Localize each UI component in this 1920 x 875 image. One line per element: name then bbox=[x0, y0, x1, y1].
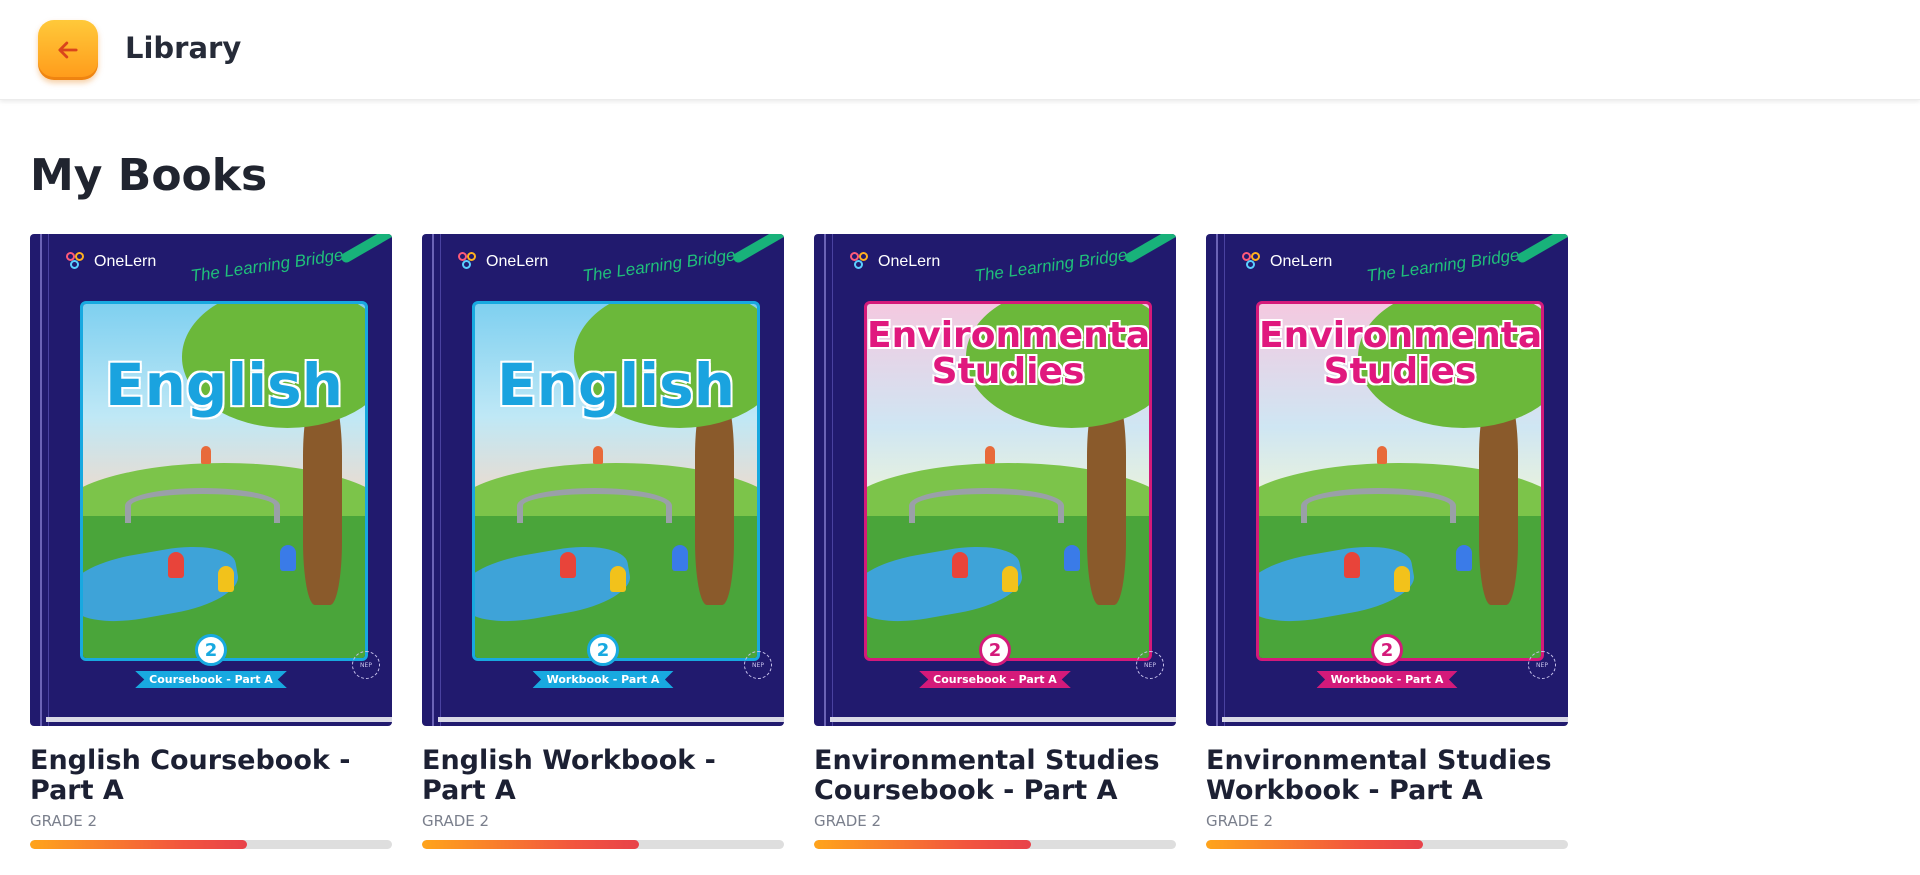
section-title: My Books bbox=[30, 150, 268, 201]
nep-seal-icon: NEP bbox=[1528, 651, 1556, 679]
book-title[interactable]: English Workbook - Part A bbox=[422, 746, 784, 806]
cover-tagline: The Learning Bridge bbox=[189, 245, 345, 286]
cover-brand: OneLern bbox=[850, 252, 940, 272]
book-grade: GRADE 2 bbox=[422, 812, 490, 830]
book-list: OneLern The Learning Bridge English 2 Co… bbox=[30, 234, 1568, 849]
cover-brand-name: OneLern bbox=[1270, 253, 1333, 270]
tagline-stroke bbox=[1123, 234, 1176, 265]
cover-pages-edge bbox=[1222, 717, 1568, 722]
cover-title-line: English bbox=[104, 351, 343, 419]
cover-ribbon: Coursebook - Part A bbox=[919, 671, 1071, 688]
book-title[interactable]: Environmental Studies Workbook - Part A bbox=[1206, 746, 1568, 806]
grade-badge: 2 bbox=[195, 634, 227, 666]
cover-tagline: The Learning Bridge bbox=[973, 245, 1129, 286]
cover-title-line: Studies bbox=[1323, 351, 1477, 392]
cover-brand: OneLern bbox=[66, 252, 156, 272]
cover-spine-line bbox=[832, 234, 833, 726]
nep-seal-icon: NEP bbox=[1136, 651, 1164, 679]
cover-ribbon: Coursebook - Part A bbox=[135, 671, 287, 688]
book-card[interactable]: OneLern The Learning Bridge English 2 Wo… bbox=[422, 234, 784, 849]
cover-brand-name: OneLern bbox=[94, 253, 157, 270]
book-cover[interactable]: OneLern The Learning Bridge Environmenta… bbox=[1206, 234, 1568, 726]
cover-pages-edge bbox=[438, 717, 784, 722]
progress-bar bbox=[814, 840, 1176, 849]
cover-illustration: English bbox=[472, 301, 760, 661]
book-cover[interactable]: OneLern The Learning Bridge Environmenta… bbox=[814, 234, 1176, 726]
cover-spine bbox=[432, 234, 434, 726]
progress-bar bbox=[1206, 840, 1568, 849]
cover-spine bbox=[40, 234, 42, 726]
cover-spine bbox=[824, 234, 826, 726]
progress-bar bbox=[422, 840, 784, 849]
progress-fill bbox=[30, 840, 248, 849]
cover-tagline: The Learning Bridge bbox=[581, 245, 737, 286]
progress-bar bbox=[30, 840, 392, 849]
tagline-stroke bbox=[339, 234, 392, 265]
cover-illustration: Environmental Studies bbox=[864, 301, 1152, 661]
cover-tagline: The Learning Bridge bbox=[1365, 245, 1521, 286]
book-card[interactable]: OneLern The Learning Bridge Environmenta… bbox=[814, 234, 1176, 849]
page-title: Library bbox=[125, 31, 242, 65]
nep-seal-icon: NEP bbox=[744, 651, 772, 679]
book-card[interactable]: OneLern The Learning Bridge Environmenta… bbox=[1206, 234, 1568, 849]
nep-seal-icon: NEP bbox=[352, 651, 380, 679]
onelern-logo-icon bbox=[458, 252, 480, 272]
progress-fill bbox=[814, 840, 1032, 849]
book-title[interactable]: English Coursebook - Part A bbox=[30, 746, 392, 806]
cover-spine-line bbox=[48, 234, 49, 726]
onelern-logo-icon bbox=[1242, 252, 1264, 272]
cover-brand-name: OneLern bbox=[878, 253, 941, 270]
cover-brand-name: OneLern bbox=[486, 253, 549, 270]
book-card[interactable]: OneLern The Learning Bridge English 2 Co… bbox=[30, 234, 392, 849]
tagline-stroke bbox=[731, 234, 784, 265]
book-grade: GRADE 2 bbox=[30, 812, 98, 830]
grade-badge: 2 bbox=[1371, 634, 1403, 666]
grade-badge: 2 bbox=[587, 634, 619, 666]
cover-illustration: English bbox=[80, 301, 368, 661]
cover-title-line: Studies bbox=[931, 351, 1085, 392]
cover-illustration: Environmental Studies bbox=[1256, 301, 1544, 661]
onelern-logo-icon bbox=[66, 252, 88, 272]
cover-ribbon: Workbook - Part A bbox=[532, 671, 674, 688]
cover-pages-edge bbox=[46, 717, 392, 722]
progress-fill bbox=[1206, 840, 1424, 849]
cover-title-line: English bbox=[496, 351, 735, 419]
book-cover[interactable]: OneLern The Learning Bridge English 2 Wo… bbox=[422, 234, 784, 726]
onelern-logo-icon bbox=[850, 252, 872, 272]
back-button[interactable] bbox=[38, 20, 98, 80]
book-title[interactable]: Environmental Studies Coursebook - Part … bbox=[814, 746, 1176, 806]
book-cover[interactable]: OneLern The Learning Bridge English 2 Co… bbox=[30, 234, 392, 726]
cover-title-line: Environmental bbox=[1259, 315, 1544, 356]
cover-brand: OneLern bbox=[1242, 252, 1332, 272]
cover-brand: OneLern bbox=[458, 252, 548, 272]
cover-spine-line bbox=[1224, 234, 1225, 726]
cover-spine-line bbox=[440, 234, 441, 726]
top-bar: Library bbox=[0, 0, 1920, 100]
tagline-stroke bbox=[1515, 234, 1568, 265]
progress-fill bbox=[422, 840, 640, 849]
book-grade: GRADE 2 bbox=[1206, 812, 1274, 830]
book-grade: GRADE 2 bbox=[814, 812, 882, 830]
cover-title-line: Environmental bbox=[867, 315, 1152, 356]
arrow-left-icon bbox=[58, 41, 78, 59]
cover-spine bbox=[1216, 234, 1218, 726]
cover-pages-edge bbox=[830, 717, 1176, 722]
grade-badge: 2 bbox=[979, 634, 1011, 666]
cover-ribbon: Workbook - Part A bbox=[1316, 671, 1458, 688]
